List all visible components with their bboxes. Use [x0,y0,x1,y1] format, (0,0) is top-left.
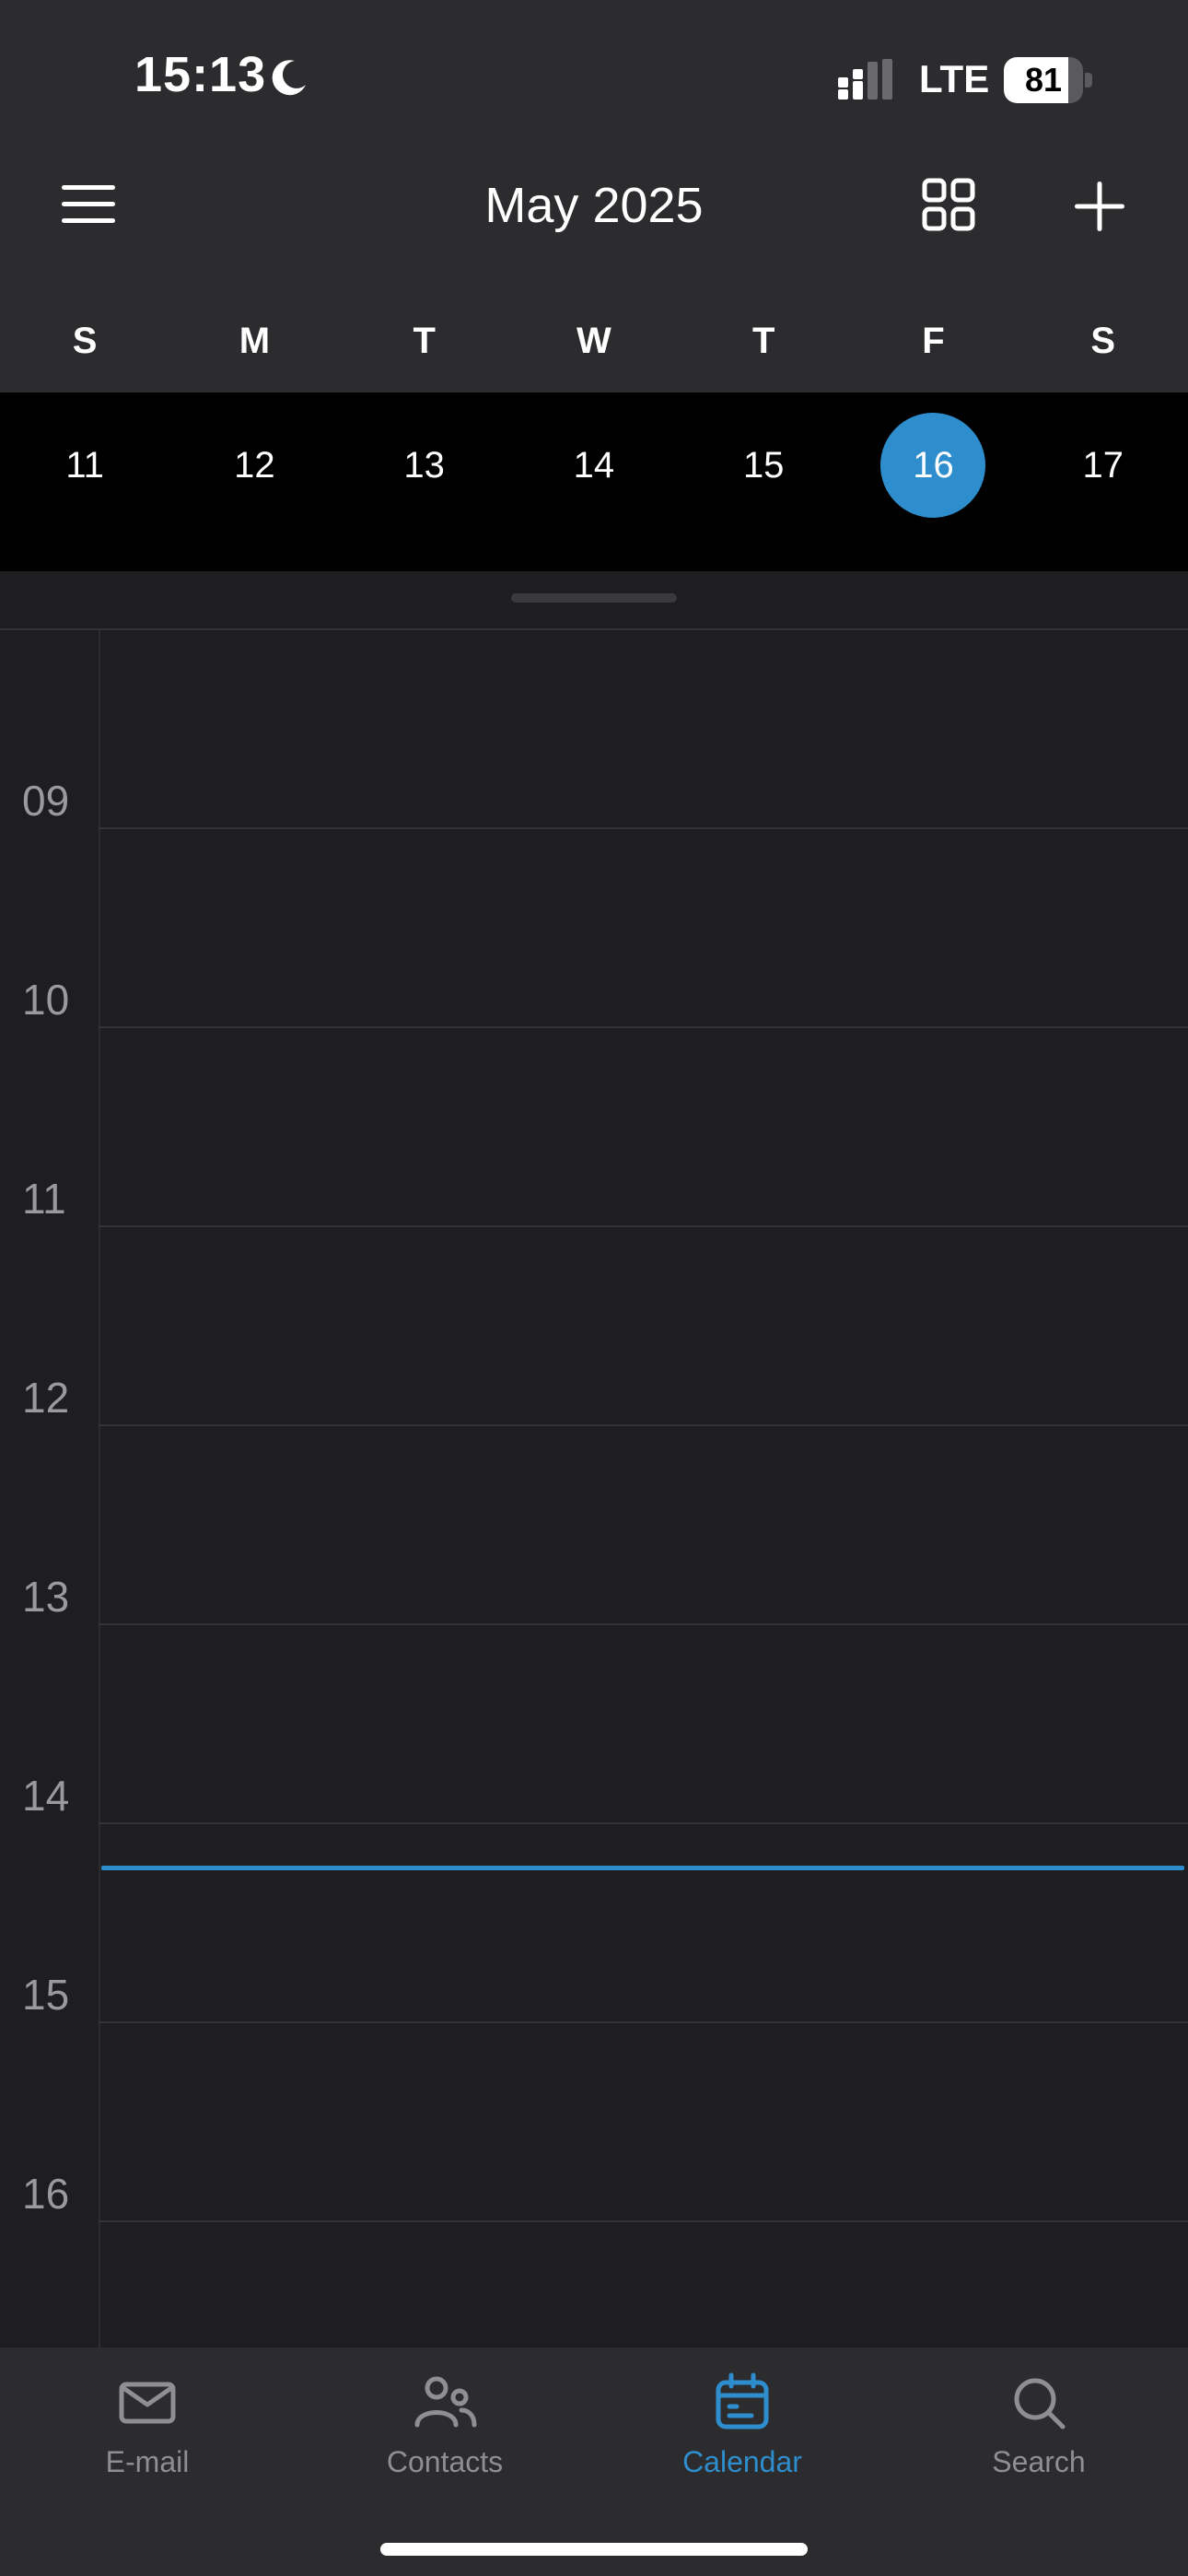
signal-icon [838,59,892,100]
tab-label: Search [992,2445,1086,2478]
weekday-label: S [1090,321,1116,361]
date-cell[interactable]: 12 [169,392,339,571]
hour-label: 16 [22,2170,70,2218]
menu-button[interactable] [52,168,125,241]
hour-label: 10 [22,976,70,1024]
hamburger-icon [62,185,115,223]
hour-line [99,1623,1188,1625]
status-time: 15:13 [134,47,267,102]
hour-line [99,1424,1188,1426]
calendar-header: May 2025 S M T W T F S [0,157,1188,392]
date-cell[interactable]: 13 [340,392,509,571]
tab-label: E-mail [105,2445,190,2478]
date-number: 16 [880,413,986,518]
hour-line [99,1822,1188,1824]
weekday-label: T [751,321,775,361]
current-time-indicator [101,1866,1184,1870]
hour-label: 11 [22,1175,66,1223]
weekday-label: W [577,321,611,361]
hour-line [99,2021,1188,2023]
home-indicator [380,2543,808,2556]
month-title[interactable]: May 2025 [364,177,824,234]
bottom-tab-bar: E-mail Contacts Calendar Search [0,2348,1188,2576]
weekday-label: M [239,321,271,361]
tab-search[interactable]: Search [928,2370,1149,2508]
battery-indicator: 81 [1004,57,1092,103]
tab-label: Contacts [386,2445,504,2478]
hour-label: 14 [22,1772,70,1820]
drag-handle[interactable] [511,593,677,603]
hour-line [99,1026,1188,1028]
weekday-label: S [72,321,98,361]
hour-line [99,827,1188,829]
week-date-row: 11 12 13 14 15 16 17 [0,392,1188,571]
date-number: 17 [1082,444,1124,486]
search-icon [1014,2378,1066,2430]
date-number: 14 [573,444,615,486]
contacts-icon [414,2376,477,2428]
plus-icon [1075,181,1124,231]
tab-contacts[interactable]: Contacts [334,2370,555,2508]
date-cell[interactable]: 17 [1019,392,1188,571]
tab-email[interactable]: E-mail [37,2370,258,2508]
hour-label: 12 [22,1374,70,1422]
network-type: LTE [919,57,990,100]
date-cell[interactable]: 14 [509,392,679,571]
weekday-label: T [413,321,436,361]
weekday-row: S M T W T F S [0,304,1188,378]
weekday-label: F [922,321,945,361]
date-number: 12 [234,444,275,486]
tab-label: Calendar [682,2445,802,2478]
date-number: 13 [403,444,445,486]
view-switch-button[interactable] [912,168,985,241]
drag-handle-area[interactable] [0,571,1188,630]
date-number: 11 [65,444,104,486]
time-gutter-divider [99,630,100,2348]
date-cell-selected[interactable]: 16 [848,392,1018,571]
hour-label: 15 [22,1971,70,2019]
hour-label: 09 [22,777,70,825]
grid-icon [922,178,975,231]
day-timeline[interactable]: 09 10 11 12 13 14 15 16 [0,630,1188,2348]
hour-label: 13 [22,1573,70,1621]
moon-icon [272,60,306,96]
add-event-button[interactable] [1061,168,1138,245]
battery-percent: 81 [1024,61,1063,99]
tab-calendar[interactable]: Calendar [632,2370,853,2508]
hour-line [99,2220,1188,2222]
date-cell[interactable]: 11 [0,392,169,571]
date-number: 15 [742,444,785,486]
hour-line [99,1225,1188,1227]
calendar-icon [716,2372,769,2430]
date-cell[interactable]: 15 [679,392,848,571]
mail-icon [119,2382,176,2424]
status-bar: 15:13 LTE 81 [0,0,1188,157]
